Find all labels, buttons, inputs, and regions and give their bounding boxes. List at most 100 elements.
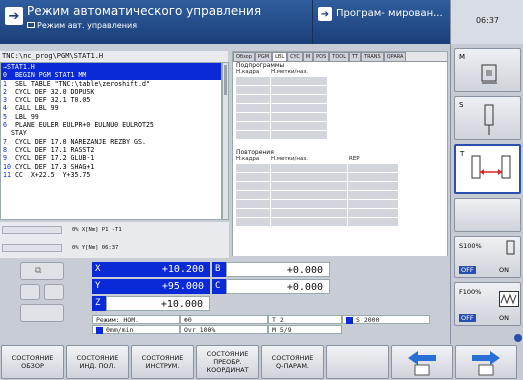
softkey-1[interactable]: СОСТОЯНИЕ ОБЗОР <box>1 345 64 379</box>
status-tab[interactable]: TRANS <box>361 52 384 61</box>
table-cell <box>271 113 327 121</box>
table-cell <box>236 122 270 130</box>
tool-key[interactable]: T <box>454 144 521 194</box>
table-cell <box>236 77 270 85</box>
status-tab[interactable]: Обзор <box>233 52 255 61</box>
spindle-icon <box>484 104 494 135</box>
table-cell <box>271 122 327 130</box>
line-text: CYCL DEF 32.1 T0.05 <box>14 96 91 105</box>
small-button-3[interactable] <box>20 304 64 322</box>
axis-b-label: B <box>212 262 226 277</box>
table-row <box>236 200 444 208</box>
table-cell <box>236 131 270 139</box>
program-line[interactable]: 8 CYCL DEF 17.1 RASST2 <box>1 146 221 154</box>
table-cell <box>271 95 327 103</box>
on-toggle[interactable]: ON <box>499 266 509 274</box>
mode-arrow-icon: ➔ <box>5 7 23 25</box>
folder-icon <box>27 22 35 28</box>
program-line[interactable]: STAY <box>1 129 221 137</box>
program-line[interactable]: 1 SEL TABLE "TNC:\table\zeroshift.d" <box>1 80 221 88</box>
mode-arrow-icon: ➔ <box>318 7 332 21</box>
softkey-3[interactable]: СОСТОЯНИЕ ИНСТРУМ. <box>131 345 194 379</box>
table-cell <box>236 95 270 103</box>
m-function-key[interactable]: M <box>454 48 521 92</box>
axis-x-value: +10.200 <box>106 262 210 277</box>
table-cell <box>348 218 398 226</box>
s-marker-icon <box>346 316 353 324</box>
softkey-4[interactable]: СОСТОЯНИЕ ПРЕОБР. КООРДИНАТ <box>196 345 259 379</box>
load-bar-1-label: 0% X[Nm] P1 -T1 <box>72 227 122 233</box>
col-label: Н.метки/наз. <box>271 69 309 75</box>
program-line[interactable]: 7 CYCL DEF 17.0 NAREZANJE REZBY GS. <box>1 138 221 146</box>
empty-key[interactable] <box>454 198 521 232</box>
status-tab[interactable]: M <box>302 52 314 61</box>
program-line[interactable]: 6 PLANE EULER EULPR+0 EULNU0 EULROT25 <box>1 121 221 129</box>
scroll-thumb[interactable] <box>224 65 227 95</box>
table-cell <box>271 182 347 190</box>
t-label: T <box>460 150 465 158</box>
program-line[interactable]: 2 CYCL DEF 32.0 DOPUSK <box>1 88 221 96</box>
table-row <box>236 122 444 130</box>
program-line[interactable]: 5 LBL 99 <box>1 113 221 121</box>
tool-measure-icon <box>471 155 511 179</box>
table-cell <box>236 173 270 181</box>
table-cell <box>236 209 270 217</box>
small-button-1[interactable] <box>20 284 40 300</box>
line-text: STAY <box>10 129 27 138</box>
table-cell <box>271 164 347 172</box>
program-line[interactable]: 9 CYCL DEF 17.2 GLUB-1 <box>1 154 221 162</box>
table-cell <box>348 191 398 199</box>
feed-wave-icon <box>499 291 519 307</box>
info-dot-icon[interactable] <box>514 334 522 342</box>
off-toggle[interactable]: OFF <box>459 266 476 274</box>
f-value: 0mm/min <box>106 326 134 334</box>
spindle-key[interactable]: S <box>454 96 521 140</box>
page-forward-button[interactable] <box>455 345 517 379</box>
status-tab[interactable]: TT <box>349 52 362 61</box>
program-line[interactable]: 0 BEGIN PGM STAT1 MM <box>1 71 221 80</box>
line-text: CALL LBL 99 <box>14 104 59 113</box>
program-line[interactable]: 11 CC X+22.5 Y+35.75 <box>1 171 221 179</box>
status-tab[interactable]: TOOL <box>329 52 350 61</box>
program-line[interactable]: 3 CYCL DEF 32.1 T0.05 <box>1 96 221 104</box>
line-number: 11 <box>3 170 11 179</box>
clock: 06:37 <box>475 16 500 25</box>
on-toggle[interactable]: ON <box>499 314 509 322</box>
status-tab[interactable]: POS <box>313 52 330 61</box>
page-back-button[interactable] <box>391 345 453 379</box>
programming-mode-header[interactable]: ➔ Програм- мирован... <box>312 0 450 44</box>
program-path: TNC:\nc_prog\PGM\STAT1.H <box>0 51 228 62</box>
position-display: ⧉ X +10.200 Y +95.000 Z +10.000 B +0.000… <box>0 258 450 344</box>
mode-title: Режим автоматического управления <box>27 4 262 18</box>
table-cell <box>271 86 327 94</box>
col-rep: REP <box>349 156 360 162</box>
t-status: T 2 <box>268 315 342 324</box>
table-row <box>236 131 444 139</box>
spindle-override-key[interactable]: S100% OFF ON <box>454 236 521 278</box>
softkey-row: СОСТОЯНИЕ ОБЗОР СОСТОЯНИЕ ИНД. ПОЛ. СОСТОЯ… <box>0 344 523 380</box>
table-row <box>236 95 444 103</box>
program-line[interactable]: 4 CALL LBL 99 <box>1 104 221 112</box>
softkey-2[interactable]: СОСТОЯНИЕ ИНД. ПОЛ. <box>66 345 129 379</box>
programming-mode-title: Програм- мирован... <box>336 8 443 19</box>
table-row <box>236 182 444 190</box>
table-cell <box>348 182 398 190</box>
status-tab[interactable]: QPARA <box>383 52 407 61</box>
status-tab[interactable]: CYC <box>287 52 303 61</box>
status-tab[interactable]: PGM <box>254 52 273 61</box>
softkey-5[interactable]: СОСТОЯНИЕ Q-ПАРАМ. <box>261 345 324 379</box>
program-scrollbar[interactable] <box>222 62 229 220</box>
s-override-label: S100% <box>459 242 482 250</box>
small-button-2[interactable] <box>44 284 64 300</box>
feed-override-key[interactable]: F100% OFF ON <box>454 282 521 326</box>
off-toggle[interactable]: OFF <box>459 314 476 322</box>
display-toggle-button[interactable]: ⧉ <box>20 262 64 280</box>
program-line[interactable]: 10 CYCL DEF 17.3 SHAG+1 <box>1 163 221 171</box>
softkey-6[interactable] <box>326 345 389 379</box>
f-override-label: F100% <box>459 288 482 296</box>
program-listing[interactable]: →STAT1.H 0 BEGIN PGM STAT1 MM 1 SEL TABLE… <box>0 62 222 220</box>
table-row <box>236 173 444 181</box>
status-tab[interactable]: LBL <box>272 52 288 61</box>
mode-status: Режим: НОМ. <box>92 315 180 324</box>
m-label: M <box>459 53 466 61</box>
